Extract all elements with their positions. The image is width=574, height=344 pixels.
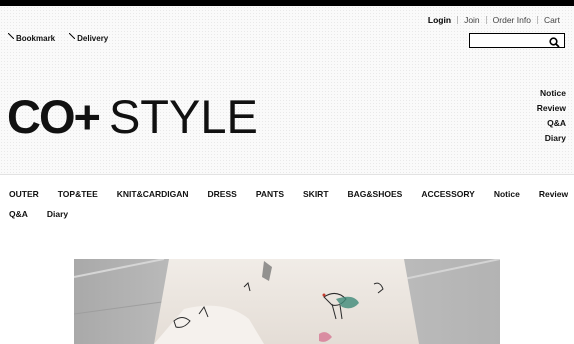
nav-item-bag-shoes[interactable]: BAG&SHOES xyxy=(348,189,403,199)
side-link-notice[interactable]: Notice xyxy=(537,86,566,101)
side-link-review[interactable]: Review xyxy=(537,101,566,116)
nav-item-notice[interactable]: Notice xyxy=(494,189,520,199)
nav-item-knit-cardigan[interactable]: KNIT&CARDIGAN xyxy=(117,189,189,199)
nav-row: Q&A Diary xyxy=(9,209,87,219)
utility-menu: Login Join Order Info Cart xyxy=(422,15,560,25)
nav-item-top-tee[interactable]: TOP&TEE xyxy=(58,189,98,199)
slash-icon xyxy=(8,33,14,39)
side-link-diary[interactable]: Diary xyxy=(537,131,566,146)
logo-bold-text: CO+ xyxy=(7,90,101,143)
bookmark-link[interactable]: Bookmark xyxy=(8,33,56,43)
nav-item-diary[interactable]: Diary xyxy=(47,209,68,219)
bookmark-label: Bookmark xyxy=(16,34,56,43)
main-content xyxy=(0,233,574,344)
nav-row: OUTER TOP&TEE KNIT&CARDIGAN DRESS PANTS … xyxy=(9,189,568,199)
nav-item-review[interactable]: Review xyxy=(539,189,568,199)
hero-banner-image[interactable] xyxy=(74,259,500,344)
search-input[interactable] xyxy=(470,38,550,51)
slash-icon xyxy=(69,33,76,39)
nav-item-outer[interactable]: OUTER xyxy=(9,189,39,199)
cart-link[interactable]: Cart xyxy=(538,15,560,25)
delivery-link[interactable]: Delivery xyxy=(69,33,109,43)
login-link[interactable]: Login xyxy=(422,15,457,25)
top-bar xyxy=(0,0,574,6)
nav-item-qa[interactable]: Q&A xyxy=(9,209,28,219)
side-links: Notice Review Q&A Diary xyxy=(537,86,566,146)
shortcut-links: Bookmark Delivery xyxy=(8,33,109,43)
side-link-qa[interactable]: Q&A xyxy=(537,116,566,131)
nav-item-accessory[interactable]: ACCESSORY xyxy=(421,189,475,199)
nav-item-pants[interactable]: PANTS xyxy=(256,189,284,199)
site-logo[interactable]: CO+ STYLE xyxy=(7,90,258,143)
delivery-label: Delivery xyxy=(77,34,109,43)
join-link[interactable]: Join xyxy=(458,15,486,25)
search-icon[interactable] xyxy=(549,35,560,48)
logo-light-text: STYLE xyxy=(108,90,258,143)
main-nav: OUTER TOP&TEE KNIT&CARDIGAN DRESS PANTS … xyxy=(0,174,574,234)
nav-item-skirt[interactable]: SKIRT xyxy=(303,189,329,199)
order-info-link[interactable]: Order Info xyxy=(487,15,537,25)
nav-item-dress[interactable]: DRESS xyxy=(208,189,237,199)
search-box xyxy=(469,33,565,51)
